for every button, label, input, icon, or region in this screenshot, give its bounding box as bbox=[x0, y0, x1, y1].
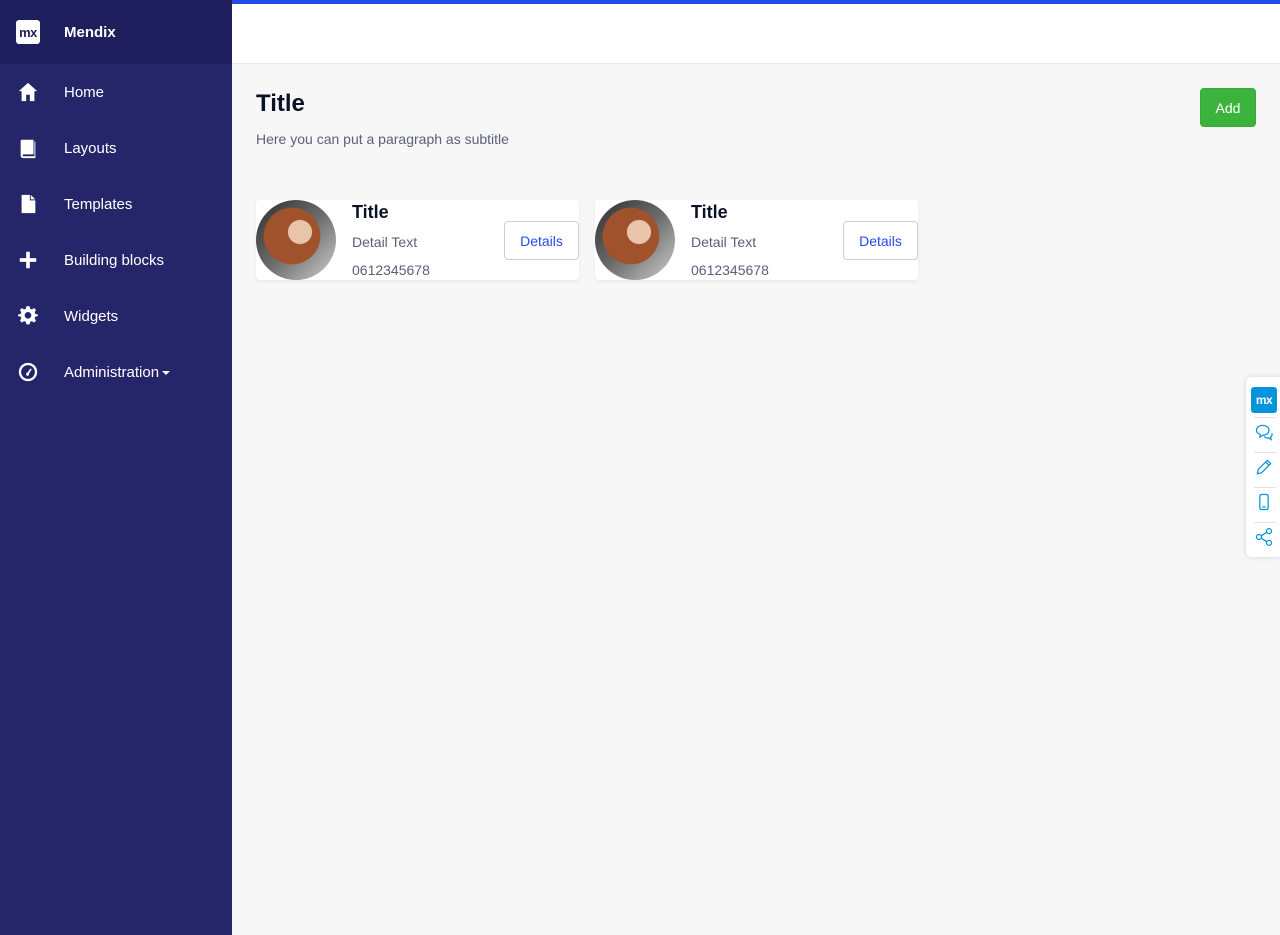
brand-header[interactable]: mx Mendix bbox=[0, 0, 232, 64]
plus-icon bbox=[16, 248, 40, 272]
mendix-dock: mx bbox=[1246, 377, 1280, 557]
top-bar bbox=[232, 0, 1280, 64]
gear-icon bbox=[16, 304, 40, 328]
file-icon bbox=[16, 192, 40, 216]
page-subtitle: Here you can put a paragraph as subtitle bbox=[256, 131, 509, 147]
brand-name: Mendix bbox=[64, 23, 116, 41]
mendix-logo-icon: mx bbox=[16, 20, 40, 44]
sidebar-item-label: Administration bbox=[64, 363, 171, 381]
share-icon[interactable] bbox=[1251, 524, 1277, 550]
pencil-icon[interactable] bbox=[1251, 454, 1277, 480]
sidebar-item-layouts[interactable]: Layouts bbox=[0, 120, 232, 176]
sidebar: mx Mendix Home Layouts Templates Buildin… bbox=[0, 0, 232, 935]
sidebar-item-label: Layouts bbox=[64, 139, 117, 157]
card-title: Title bbox=[352, 202, 389, 222]
card-phone: 0612345678 bbox=[691, 262, 769, 278]
card-detail-text: Detail Text bbox=[352, 234, 418, 250]
card-title: Title bbox=[691, 202, 728, 222]
dock-divider bbox=[1254, 522, 1276, 523]
book-icon bbox=[16, 136, 40, 160]
card-phone: 0612345678 bbox=[352, 262, 430, 278]
dashboard-icon bbox=[16, 360, 40, 384]
sidebar-item-label: Widgets bbox=[64, 307, 119, 325]
sidebar-item-administration[interactable]: Administration bbox=[0, 344, 232, 400]
add-button[interactable]: Add bbox=[1200, 88, 1256, 127]
sidebar-item-label: Home bbox=[64, 83, 105, 101]
sidebar-nav: Home Layouts Templates Building blocks W… bbox=[0, 64, 232, 400]
home-icon bbox=[16, 80, 40, 104]
card-list: Title Detail Text 0612345678 Details Tit… bbox=[256, 200, 918, 280]
sidebar-item-widgets[interactable]: Widgets bbox=[0, 288, 232, 344]
avatar bbox=[595, 200, 675, 280]
dock-divider bbox=[1254, 452, 1276, 453]
dock-divider bbox=[1254, 487, 1276, 488]
details-button[interactable]: Details bbox=[504, 221, 579, 260]
chat-icon[interactable] bbox=[1251, 419, 1277, 445]
dock-divider bbox=[1254, 417, 1276, 418]
sidebar-item-label: Building blocks bbox=[64, 251, 165, 269]
card-detail-text: Detail Text bbox=[691, 234, 757, 250]
list-item: Title Detail Text 0612345678 Details bbox=[256, 200, 579, 280]
page-title: Title bbox=[256, 90, 305, 117]
sidebar-item-building-blocks[interactable]: Building blocks bbox=[0, 232, 232, 288]
sidebar-item-home[interactable]: Home bbox=[0, 64, 232, 120]
mx-logo-icon[interactable]: mx bbox=[1251, 387, 1277, 413]
list-item: Title Detail Text 0612345678 Details bbox=[595, 200, 918, 280]
administration-label: Administration bbox=[64, 363, 160, 381]
avatar bbox=[256, 200, 336, 280]
sidebar-item-templates[interactable]: Templates bbox=[0, 176, 232, 232]
mobile-icon[interactable] bbox=[1251, 489, 1277, 515]
sidebar-item-label: Templates bbox=[64, 195, 133, 213]
details-button[interactable]: Details bbox=[843, 221, 918, 260]
caret-down-icon bbox=[162, 370, 171, 375]
